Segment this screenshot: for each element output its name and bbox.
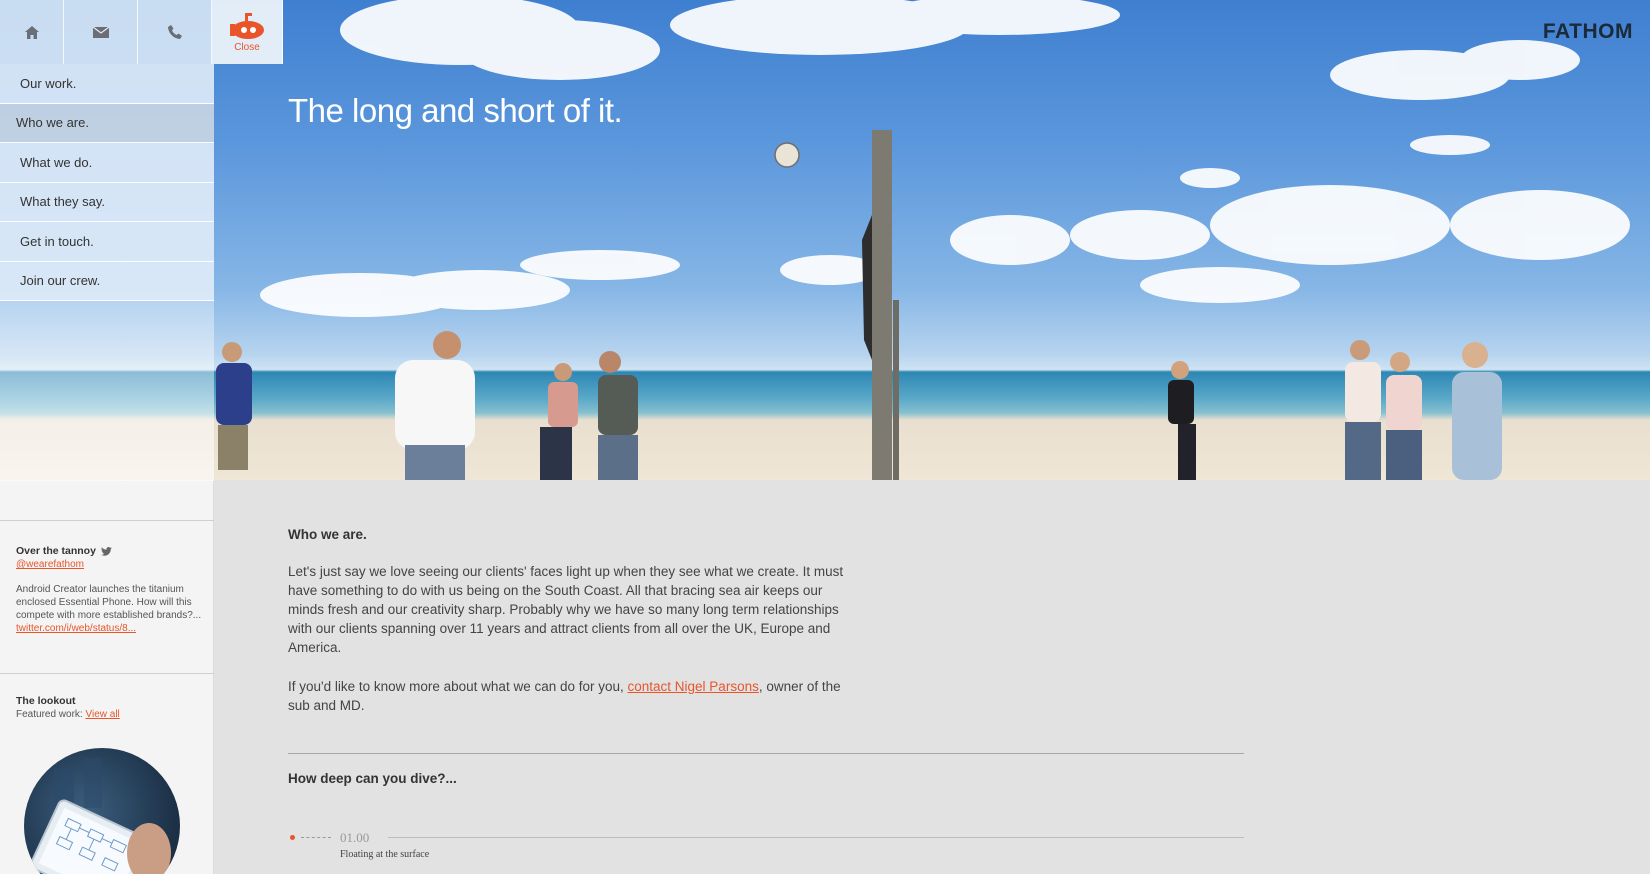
hero-banner: The long and short of it. FATHOM	[0, 0, 1650, 480]
tannoy-heading: Over the tannoy	[16, 545, 96, 557]
nav-item-join-our-crew[interactable]: Join our crew.	[0, 261, 214, 301]
lookout-heading: The lookout	[16, 695, 76, 707]
volleyball	[774, 142, 800, 168]
tweet-text: Android Creator launches the titanium en…	[16, 584, 202, 621]
nav-item-who-we-are[interactable]: Who we are.	[0, 103, 214, 143]
depth-marker	[290, 835, 295, 840]
sidebar-divider	[0, 520, 214, 521]
people	[216, 331, 1502, 480]
phone-icon	[167, 25, 182, 39]
net	[862, 215, 872, 360]
main-content: Who we are. Let's just say we love seein…	[288, 527, 1244, 715]
content-divider	[288, 753, 1244, 754]
nav-item-what-we-do[interactable]: What we do.	[0, 143, 214, 183]
nav-item-our-work[interactable]: Our work.	[0, 64, 214, 104]
mail-button[interactable]	[64, 0, 138, 64]
contact-paragraph: If you'd like to know more about what we…	[288, 679, 841, 713]
phone-button[interactable]	[138, 0, 212, 64]
nav-item-what-they-say[interactable]: What they say.	[0, 182, 214, 222]
view-all-link[interactable]: View all	[85, 709, 119, 720]
volleyball-pole	[872, 130, 892, 480]
twitter-feed: Over the tannoy @wearefathom Android Cre…	[16, 545, 206, 635]
nav-fade-panel	[0, 301, 214, 481]
twitter-icon[interactable]	[101, 547, 112, 556]
tweet-link[interactable]: twitter.com/i/web/status/8...	[16, 623, 136, 634]
dive-title: How deep can you dive?...	[288, 771, 457, 786]
sidebar-divider	[0, 673, 214, 674]
beach-volleyball-photo	[216, 0, 1630, 480]
section-title: Who we are.	[288, 527, 367, 542]
submarine-icon	[230, 12, 264, 39]
fathom-logo[interactable]: FATHOM	[1543, 20, 1633, 44]
contact-nigel-link[interactable]: contact Nigel Parsons	[628, 679, 759, 694]
close-menu-button[interactable]: Close	[212, 0, 283, 64]
featured-work-label: Featured work:	[16, 709, 83, 720]
home-icon	[24, 25, 39, 39]
intro-paragraph: Let's just say we love seeing our client…	[288, 564, 844, 655]
side-navigation: Our work. Who we are. What we do. What t…	[0, 64, 214, 481]
lookout-section: The lookout Featured work: View all	[16, 695, 120, 721]
close-label: Close	[234, 41, 260, 53]
clouds	[260, 0, 1630, 317]
hero-title: The long and short of it.	[288, 92, 623, 129]
home-button[interactable]	[0, 0, 64, 64]
depth-value: 01.00	[340, 830, 370, 845]
top-icon-bar: Close	[0, 0, 283, 64]
depth-track	[388, 837, 1244, 838]
depth-gauge: 01.00	[288, 830, 1244, 850]
mail-icon	[92, 26, 109, 38]
twitter-handle-link[interactable]: @wearefathom	[16, 559, 84, 570]
depth-caption: Floating at the surface	[340, 849, 430, 860]
nav-item-get-in-touch[interactable]: Get in touch.	[0, 222, 214, 262]
